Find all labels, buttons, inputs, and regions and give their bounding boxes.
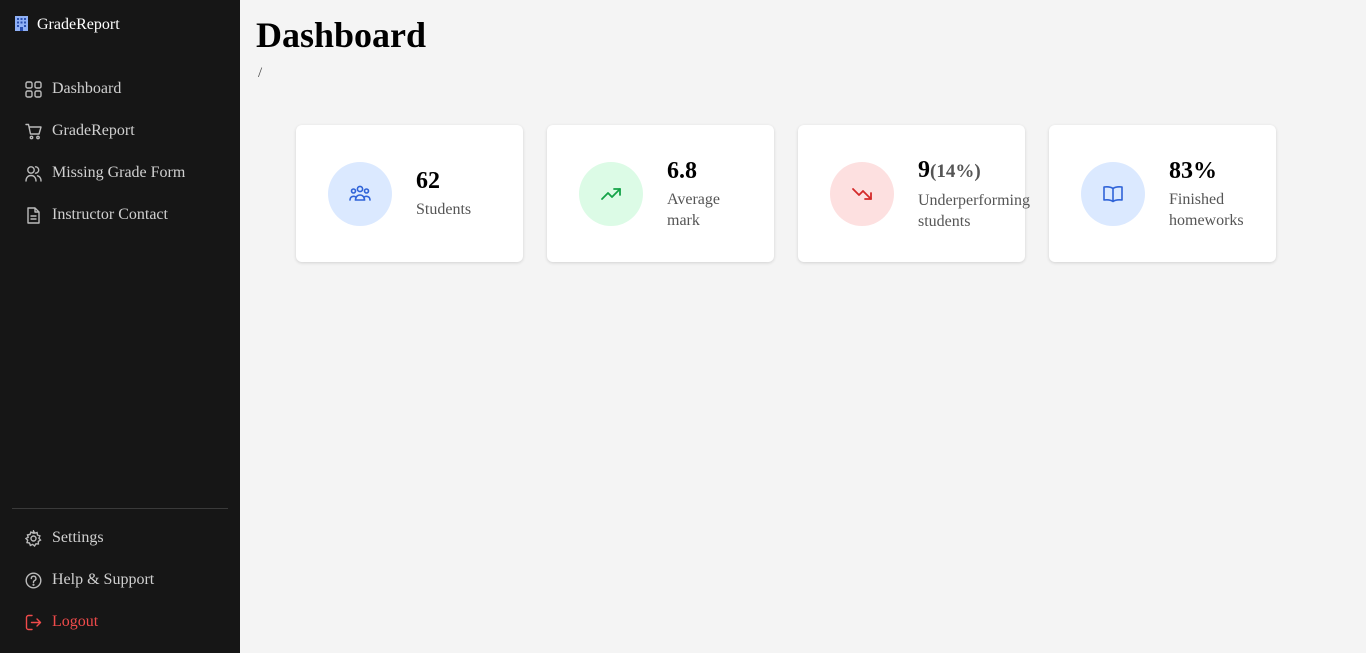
sidebar-item-dashboard[interactable]: Dashboard	[12, 68, 228, 110]
stat: 83% Finished homeworks	[1169, 157, 1244, 231]
stat-card-average-mark: 6.8 Average mark	[547, 125, 774, 262]
stat: 62 Students	[416, 167, 471, 220]
sidebar-item-gradereport[interactable]: GradeReport	[12, 110, 228, 152]
stat-value: 83%	[1169, 157, 1217, 184]
stat-percent: (14%)	[930, 160, 981, 182]
users-icon	[25, 165, 42, 182]
sidebar-item-label: Dashboard	[52, 80, 122, 97]
users-group-icon	[328, 161, 392, 226]
sidebar-divider	[12, 508, 228, 509]
sidebar-nav: Dashboard GradeReport Missing Grade Form…	[12, 68, 228, 236]
stat: 6.8 Average mark	[667, 157, 720, 231]
sidebar-item-label: Settings	[52, 529, 104, 546]
sidebar-item-label: Instructor Contact	[52, 206, 168, 223]
sidebar-item-label: Help & Support	[52, 571, 155, 588]
stat-card-homeworks: 83% Finished homeworks	[1049, 125, 1276, 262]
logout-button[interactable]: Logout	[12, 601, 228, 643]
brand[interactable]: GradeReport	[14, 14, 120, 36]
sidebar-item-missing-grade-form[interactable]: Missing Grade Form	[12, 152, 228, 194]
sidebar-item-help-support[interactable]: Help & Support	[12, 559, 228, 601]
stat-value: 62	[416, 168, 440, 194]
building-icon	[14, 15, 29, 36]
gear-icon	[25, 529, 42, 547]
trending-up-icon	[579, 161, 643, 226]
help-icon	[25, 571, 42, 589]
stat-card-students: 62 Students	[296, 125, 523, 262]
breadcrumb: /	[258, 65, 263, 81]
trending-down-icon	[830, 161, 894, 226]
stat-cards: 62 Students 6.8 Average mark 9(14%) Unde…	[296, 125, 1276, 262]
stat: 9(14%) Underperforming students	[918, 156, 1030, 232]
stat-label: Underperforming students	[918, 191, 1030, 230]
main-content: Dashboard / 62 Students 6.8 Average mark	[240, 0, 1366, 653]
stat-value: 6.8	[667, 157, 697, 184]
stat-card-underperforming: 9(14%) Underperforming students	[798, 125, 1030, 262]
sidebar-item-instructor-contact[interactable]: Instructor Contact	[12, 194, 228, 236]
book-open-icon	[1081, 161, 1145, 226]
sidebar-item-label: Logout	[52, 613, 99, 630]
cart-icon	[25, 123, 42, 140]
stat-value: 9(14%)	[918, 156, 981, 183]
sidebar: GradeReport Dashboard GradeReport Missin…	[0, 0, 240, 653]
stat-label: Average mark	[667, 190, 720, 229]
brand-name: GradeReport	[37, 16, 120, 33]
sidebar-item-label: Missing Grade Form	[52, 164, 186, 181]
sidebar-bottom-nav: Settings Help & Support Logout	[12, 517, 228, 643]
sidebar-item-settings[interactable]: Settings	[12, 517, 228, 559]
stat-label: Students	[416, 201, 472, 218]
document-icon	[25, 206, 42, 224]
logout-icon	[25, 614, 42, 631]
stat-label: Finished homeworks	[1169, 190, 1244, 229]
page-title: Dashboard	[256, 15, 427, 55]
grid-icon	[25, 80, 42, 98]
sidebar-item-label: GradeReport	[52, 122, 135, 139]
